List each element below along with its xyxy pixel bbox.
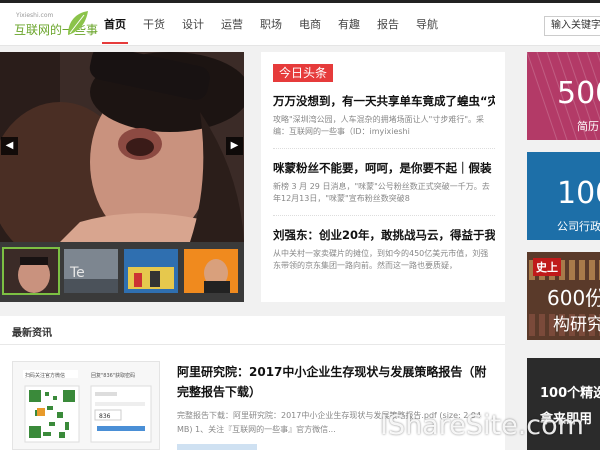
nav-item[interactable]: 设计 (182, 3, 204, 46)
nav-item[interactable]: 运营 (221, 3, 243, 46)
article-thumbnail[interactable]: 扫码关注官方微信 回复"836"获取密码 836 (12, 361, 160, 450)
image-slider: ◀ ▶ Te (0, 52, 244, 302)
divider (0, 344, 505, 345)
slider-thumbnail[interactable] (182, 247, 240, 295)
ad-subtitle: 公司行政 (557, 220, 600, 233)
ad-subtitle: 构研究 (553, 315, 600, 335)
right-ads: 500 简历 100 公司行政史上600份构研究 (527, 52, 600, 352)
article-meta-bar (177, 444, 257, 450)
side-ad-banner[interactable]: 500 简历 (527, 52, 600, 140)
headlines-panel: 今日头条 万万没想到，有一天共享单车竟成了蝗虫“灾” 攻略"深圳湾公园，人车混杂的… (261, 52, 505, 302)
slider-thumbnail[interactable] (2, 247, 60, 295)
site-header: Yixieshi.com 互联网的一些事 首页 干货 设计 运营 职场 电商 有趣 报告 导航 … (0, 3, 600, 46)
headline-title[interactable]: 万万没想到，有一天共享单车竟成了蝗虫“灾” (273, 93, 495, 109)
main-nav: 首页 干货 设计 运营 职场 电商 有趣 报告 导航 (102, 3, 455, 46)
slider-thumbnail[interactable]: Te (62, 247, 120, 295)
ad-line-1: 100个精选 (540, 386, 600, 401)
slider-prev-button[interactable]: ◀ (1, 137, 18, 155)
headline-title[interactable]: 咪蒙粉丝不能要，呵呵，是你要不起｜假装 (273, 160, 495, 176)
nav-item[interactable]: 导航 (416, 3, 438, 46)
article-title[interactable]: 阿里研究院：2017中小企业生存现状与发展策略报告（附完整报告下载） (177, 362, 493, 402)
slider-next-button[interactable]: ▶ (226, 137, 243, 155)
section-title: 最新资讯 (12, 328, 52, 339)
slider-thumbnail[interactable] (122, 247, 180, 295)
article-thumbnail-text: 扫码关注官方微信 (25, 372, 65, 379)
chevron-right-icon: ▶ (230, 140, 239, 151)
headline-item: 刘强东：创业20年，敢挑战马云，得益于我从中关村一家卖碟片的摊位，到如今的450… (273, 227, 495, 282)
nav-item[interactable]: 有趣 (338, 3, 360, 46)
nav-item[interactable]: 首页 (102, 3, 128, 46)
logo-domain: Yixieshi.com (16, 12, 54, 19)
nav-item[interactable]: 电商 (299, 3, 321, 46)
headlines-tag: 今日头条 (273, 64, 334, 82)
logo-leaf-icon (68, 11, 88, 35)
watermark: IShareSite.com (380, 410, 584, 441)
nav-item[interactable]: 报告 (377, 3, 399, 46)
nav-item[interactable]: 职场 (260, 3, 282, 46)
article-thumbnail-text: 836 (99, 413, 111, 420)
side-ad-banner[interactable]: 史上 600份 构研究 (527, 252, 600, 340)
ad-badge: 史上 (533, 258, 561, 276)
site-logo[interactable]: Yixieshi.com 互联网的一些事 (14, 11, 98, 41)
svg-text:Te: Te (69, 265, 85, 281)
nav-item[interactable]: 干货 (143, 3, 165, 46)
slider-thumbnails: Te (0, 245, 244, 302)
headline-excerpt: 从中关村一家卖碟片的摊位，到如今的450亿美元市值，刘强东带领的京东集团一路向前… (273, 249, 489, 270)
ad-headline: 100 (557, 176, 600, 211)
headline-excerpt: 攻略"深圳湾公园，人车混杂的拥堵场面让人"寸步难行"。采编：互联网的一些事（ID… (273, 115, 485, 136)
slider-hero-image[interactable] (0, 52, 244, 242)
chevron-left-icon: ◀ (5, 140, 14, 151)
headline-excerpt: 新榜 3 月 29 日消息，"咪蒙"公号粉丝数正式突破一千万。去年12月13日，… (273, 182, 490, 203)
ad-headline: 500 (557, 76, 600, 111)
article-thumbnail-text: 回复"836"获取密码 (91, 372, 135, 379)
headline-item: 万万没想到，有一天共享单车竟成了蝗虫“灾” 攻略"深圳湾公园，人车混杂的拥堵场面让… (273, 93, 495, 149)
ad-subtitle: 简历 (577, 120, 599, 133)
headline-title[interactable]: 刘强东：创业20年，敢挑战马云，得益于我 (273, 227, 495, 243)
side-ad-banner[interactable]: 100 公司行政 (527, 152, 600, 240)
search-input[interactable]: 输入关键字 (544, 16, 600, 36)
headline-item: 咪蒙粉丝不能要，呵呵，是你要不起｜假装新榜 3 月 29 日消息，"咪蒙"公号粉… (273, 160, 495, 216)
